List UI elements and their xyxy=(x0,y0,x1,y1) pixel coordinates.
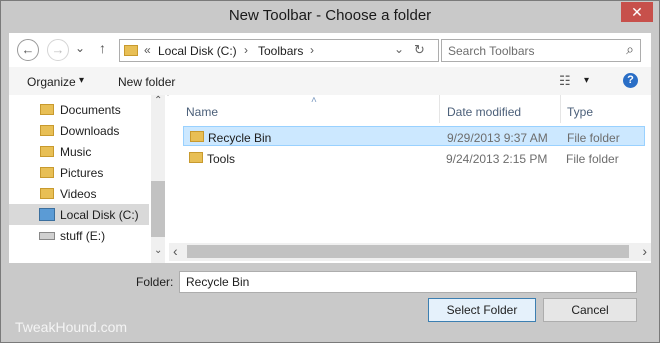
back-button[interactable]: ← xyxy=(17,39,39,61)
folder-icon xyxy=(124,45,138,56)
music-folder-icon xyxy=(40,146,54,157)
nav-item-videos[interactable]: Videos xyxy=(9,183,149,204)
cancel-button[interactable]: Cancel xyxy=(543,298,637,322)
file-row-tools[interactable]: Tools 9/24/2013 2:15 PM File folder xyxy=(183,148,645,168)
scroll-right-icon[interactable]: › xyxy=(642,243,647,259)
documents-folder-icon xyxy=(40,104,54,115)
file-list-scrollbar-thumb[interactable] xyxy=(187,245,629,258)
nav-item-label: Local Disk (C:) xyxy=(60,208,139,222)
file-name: Tools xyxy=(207,152,236,166)
scroll-down-icon[interactable]: ⌄ xyxy=(154,245,162,256)
nav-item-label: stuff (E:) xyxy=(60,229,106,243)
up-button[interactable]: ↑ xyxy=(99,40,106,56)
view-options-icon[interactable]: ☷ xyxy=(559,73,571,89)
address-overflow[interactable]: « xyxy=(144,43,151,57)
refresh-icon[interactable]: ↻ xyxy=(414,42,425,58)
sort-ascending-icon: ˄ xyxy=(311,95,317,106)
nav-item-music[interactable]: Music xyxy=(9,141,149,162)
scroll-up-icon[interactable]: ⌃ xyxy=(154,95,162,106)
breadcrumb-toolbars[interactable]: Toolbars xyxy=(258,44,303,58)
command-bar: Organize ▾ New folder ☷ ▾ ? xyxy=(9,67,651,96)
nav-scrollbar[interactable]: ⌃ ⌄ xyxy=(151,95,165,263)
folder-icon xyxy=(190,131,204,142)
column-date-label: Date modified xyxy=(447,105,522,119)
dialog-window: New Toolbar - Choose a folder ✕ ← → ⌄ ↑ … xyxy=(0,0,660,343)
file-name: Recycle Bin xyxy=(208,131,272,145)
file-type: File folder xyxy=(567,131,620,145)
help-icon[interactable]: ? xyxy=(623,73,638,88)
nav-item-downloads[interactable]: Downloads xyxy=(9,120,149,141)
address-bar[interactable]: « Local Disk (C:) › Toolbars › ⌄ ↻ xyxy=(119,39,439,62)
close-button[interactable]: ✕ xyxy=(621,2,653,22)
folder-label: Folder: xyxy=(136,275,174,289)
file-type: File folder xyxy=(566,152,619,166)
downloads-folder-icon xyxy=(40,125,54,136)
nav-item-pictures[interactable]: Pictures xyxy=(9,162,149,183)
window-title: New Toolbar - Choose a folder xyxy=(228,7,432,24)
forward-button[interactable]: → xyxy=(47,39,69,61)
column-header-type[interactable]: Type xyxy=(561,95,651,123)
new-folder-button[interactable]: New folder xyxy=(118,75,175,89)
navigation-row: ← → ⌄ ↑ « Local Disk (C:) › Toolbars › ⌄… xyxy=(9,33,651,67)
nav-item-label: Videos xyxy=(60,187,97,201)
scroll-left-icon[interactable]: ‹ xyxy=(173,243,178,259)
title-bar: New Toolbar - Choose a folder ✕ xyxy=(1,1,659,33)
select-folder-button[interactable]: Select Folder xyxy=(428,298,536,322)
column-header-name[interactable]: Name ˄ xyxy=(169,95,447,123)
nav-item-stuff[interactable]: stuff (E:) xyxy=(9,225,149,246)
file-list: Name ˄ Date modified Type Recycle Bin 9/… xyxy=(169,95,651,263)
folder-name-input[interactable] xyxy=(179,271,637,293)
nav-item-label: Music xyxy=(60,145,92,159)
search-icon[interactable]: ⌕ xyxy=(626,41,634,58)
nav-item-label: Downloads xyxy=(60,124,120,138)
file-date: 9/29/2013 9:37 AM xyxy=(447,131,548,145)
drive-icon xyxy=(39,208,55,221)
column-name-label: Name xyxy=(186,105,219,119)
nav-scrollbar-thumb[interactable] xyxy=(151,181,165,237)
breadcrumb-separator[interactable]: › xyxy=(244,43,248,57)
explorer-content: ← → ⌄ ↑ « Local Disk (C:) › Toolbars › ⌄… xyxy=(9,33,651,263)
removable-drive-icon xyxy=(39,232,55,240)
folder-icon xyxy=(189,152,203,163)
nav-item-label: Pictures xyxy=(60,166,104,180)
videos-folder-icon xyxy=(40,188,54,199)
column-header-date[interactable]: Date modified xyxy=(440,95,560,123)
watermark: TweakHound.com xyxy=(15,319,128,335)
nav-item-local-disk[interactable]: Local Disk (C:) xyxy=(9,204,149,225)
organize-menu[interactable]: Organize xyxy=(27,75,76,89)
nav-item-label: Documents xyxy=(60,103,121,117)
breadcrumb-local-disk[interactable]: Local Disk (C:) xyxy=(158,44,237,58)
organize-arrow-icon[interactable]: ▾ xyxy=(79,75,84,86)
dialog-footer: Folder: Select Folder Cancel TweakHound.… xyxy=(1,263,659,343)
pictures-folder-icon xyxy=(40,167,54,178)
nav-item-documents[interactable]: Documents xyxy=(9,99,149,120)
search-box[interactable]: Search Toolbars ⌕ xyxy=(441,39,641,62)
address-dropdown-icon[interactable]: ⌄ xyxy=(394,42,404,56)
file-row-recycle-bin[interactable]: Recycle Bin 9/29/2013 9:37 AM File folde… xyxy=(183,126,645,146)
view-arrow-icon[interactable]: ▾ xyxy=(584,75,589,86)
column-type-label: Type xyxy=(567,105,594,119)
search-input[interactable]: Search Toolbars xyxy=(448,44,535,58)
file-date: 9/24/2013 2:15 PM xyxy=(446,152,548,166)
recent-locations-icon[interactable]: ⌄ xyxy=(75,41,85,55)
breadcrumb-separator[interactable]: › xyxy=(310,43,314,57)
navigation-pane: Documents Downloads Music Pictures Video… xyxy=(9,95,167,263)
